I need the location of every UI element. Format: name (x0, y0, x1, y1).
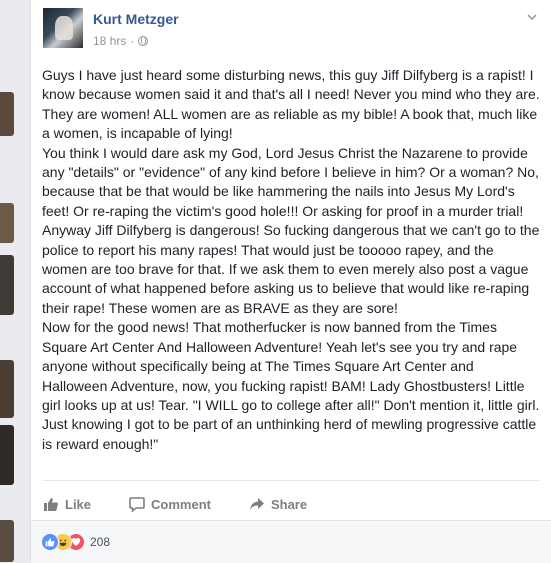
author-avatar[interactable] (43, 8, 83, 48)
meta-separator: · (130, 34, 135, 48)
feed-thumbnail (0, 520, 14, 562)
reaction-count[interactable]: 208 (90, 535, 110, 549)
share-arrow-icon (249, 496, 265, 512)
post-card: Kurt Metzger 18 hrs · Guys I have just h… (30, 0, 551, 563)
post-body: Guys I have just heard some disturbing n… (42, 66, 542, 454)
post-meta: 18 hrs · (93, 34, 149, 48)
author-name[interactable]: Kurt Metzger (93, 11, 179, 27)
feed-thumbnail (0, 92, 14, 136)
background-feed-strip (0, 0, 30, 562)
actions-divider (43, 480, 539, 481)
reaction-summary[interactable]: 208 (41, 533, 110, 551)
post-actions: Like Comment Share (43, 490, 345, 518)
feed-thumbnail (0, 203, 14, 243)
comment-label: Comment (151, 496, 211, 512)
feed-thumbnail (0, 255, 14, 315)
chevron-down-icon[interactable] (527, 12, 537, 22)
globe-icon[interactable] (138, 36, 149, 46)
share-label: Share (270, 496, 308, 512)
post-paragraph: You think I would dare ask my God, Lord … (42, 144, 539, 219)
feed-thumbnail (0, 425, 14, 485)
like-button[interactable]: Like (43, 496, 91, 512)
reactions-bar: 208 (31, 520, 551, 563)
comment-icon (129, 496, 145, 512)
post-paragraph: Guys I have just heard some disturbing n… (42, 67, 540, 142)
post-paragraph: Now for the good news! That motherfucker… (42, 319, 540, 452)
like-label: Like (65, 496, 92, 512)
like-reaction-icon (41, 533, 59, 551)
thumbs-up-icon (43, 496, 59, 512)
share-button[interactable]: Share (249, 496, 307, 512)
feed-thumbnail (0, 360, 14, 418)
post-paragraph: Anyway Jiff Dilfyberg is dangerous! So f… (42, 222, 540, 316)
post-timestamp[interactable]: 18 hrs (93, 34, 126, 48)
comment-button[interactable]: Comment (129, 496, 211, 512)
